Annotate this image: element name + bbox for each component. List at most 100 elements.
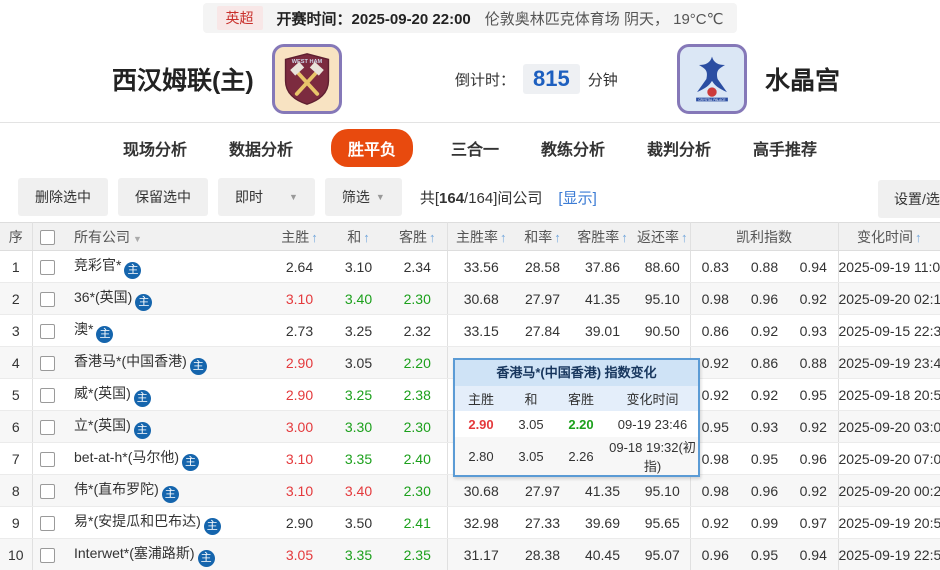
col-kelly: 凯利指数 (690, 222, 839, 251)
away-win-odds: 2.30 (388, 474, 448, 507)
home-win-odds: 3.10 (270, 282, 329, 315)
row-checkbox[interactable] (39, 291, 55, 307)
tab-win-draw-lose[interactable]: 胜平负 (330, 128, 413, 167)
venue-weather: 伦敦奥林匹克体育场 阴天， 19°C℃ (484, 10, 724, 28)
delete-selected-button[interactable]: 删除选中 (18, 178, 108, 216)
table-toolbar: 删除选中 保留选中 即时 ▼ 筛选 ▼ 共[164/164]间公司 [显示] 设… (0, 172, 940, 222)
row-checkbox[interactable] (39, 323, 55, 339)
col-draw[interactable]: 和 ↑ (329, 222, 388, 251)
kickoff-time: 开赛时间：2025-09-20 22:00 (276, 10, 471, 28)
change-time: 2025-09-18 20:59 (838, 378, 940, 411)
col-change-time[interactable]: 变化时间 ↑ (838, 222, 940, 251)
col-home-rate[interactable]: 主胜率 ↑ (447, 222, 515, 251)
change-time: 2025-09-20 03:07 (838, 410, 940, 443)
tab-coach-analysis[interactable]: 教练分析 (537, 129, 609, 167)
away-rate: 41.35 (570, 282, 635, 315)
row-checkbox-cell (32, 282, 62, 315)
league-badge[interactable]: 英超 (216, 6, 263, 30)
company-cell[interactable]: Interwet*(塞浦路斯) 主 (62, 538, 270, 570)
company-name[interactable]: 易*(安提瓜和巴布达) (74, 513, 201, 529)
row-checkbox[interactable] (39, 259, 55, 275)
away-team-name: 水晶宫 (764, 67, 840, 95)
tab-expert-picks[interactable]: 高手推荐 (749, 129, 821, 167)
row-seq: 8 (0, 474, 33, 507)
row-checkbox-cell (32, 410, 62, 443)
col-company[interactable]: 所有公司 ▼ (62, 222, 270, 251)
company-cell[interactable]: 36*(英国) 主 (62, 282, 270, 315)
company-cell[interactable]: 香港马*(中国香港) 主 (62, 346, 270, 379)
company-name[interactable]: 威*(英国) (74, 385, 131, 401)
col-return-rate[interactable]: 返还率 ↑ (635, 222, 691, 251)
row-checkbox-cell (32, 538, 62, 570)
row-checkbox[interactable] (39, 515, 55, 531)
company-name[interactable]: 立*(英国) (74, 417, 131, 433)
company-cell[interactable]: 竞彩官* 主 (62, 250, 270, 283)
match-info-bar: 英超 开赛时间：2025-09-20 22:00 伦敦奥林匹克体育场 阴天， 1… (0, 0, 940, 36)
settings-button[interactable]: 设置/选 (878, 180, 940, 218)
row-seq: 6 (0, 410, 33, 443)
kelly-index: 0.96 (740, 474, 789, 507)
row-checkbox[interactable] (39, 387, 55, 403)
company-name[interactable]: 澳* (74, 321, 93, 337)
row-seq: 2 (0, 282, 33, 315)
col-away-rate[interactable]: 客胜率 ↑ (570, 222, 635, 251)
row-checkbox[interactable] (39, 419, 55, 435)
row-seq: 3 (0, 314, 33, 347)
tab-live-analysis[interactable]: 现场分析 (119, 129, 191, 167)
kelly-index: 0.92 (789, 410, 839, 443)
tab-data-analysis[interactable]: 数据分析 (225, 129, 297, 167)
row-checkbox[interactable] (39, 355, 55, 371)
company-name[interactable]: 竞彩官* (74, 257, 121, 273)
col-draw-rate[interactable]: 和率 ↑ (515, 222, 570, 251)
col-home-win[interactable]: 主胜 ↑ (270, 222, 329, 251)
crystal-palace-crest-icon: CRYSTAL PALACE (696, 56, 728, 102)
main-badge-icon: 主 (135, 293, 153, 311)
show-link[interactable]: [显示] (558, 187, 596, 208)
row-checkbox[interactable] (39, 483, 55, 499)
company-name[interactable]: Interwet*(塞浦路斯) (74, 545, 195, 561)
tooltip-col-header: 主胜 (455, 386, 507, 411)
company-cell[interactable]: 伟*(直布罗陀) 主 (62, 474, 270, 507)
company-cell[interactable]: 易*(安提瓜和巴布达) 主 (62, 506, 270, 539)
company-cell[interactable]: 澳* 主 (62, 314, 270, 347)
kelly-index: 0.95 (740, 442, 789, 475)
row-checkbox[interactable] (39, 547, 55, 563)
tooltip-value: 2.90 (468, 416, 494, 432)
draw-rate: 27.97 (515, 282, 570, 315)
away-rate: 39.69 (570, 506, 635, 539)
sort-asc-icon: ↑ (915, 229, 922, 245)
chevron-down-icon: ▼ (375, 192, 385, 202)
sort-asc-icon: ↑ (311, 229, 318, 245)
row-checkbox-cell (32, 474, 62, 507)
tab-referee-analysis[interactable]: 裁判分析 (643, 129, 715, 167)
kelly-index: 0.97 (789, 506, 839, 539)
select-all-checkbox[interactable] (39, 229, 55, 245)
return-rate: 95.10 (635, 474, 691, 507)
row-checkbox-cell (32, 314, 62, 347)
tab-three-in-one[interactable]: 三合一 (447, 129, 503, 167)
away-win-odds: 2.30 (388, 282, 448, 315)
countdown-label: 倒计时： (455, 71, 516, 89)
instant-dropdown[interactable]: 即时 ▼ (218, 178, 315, 216)
countdown-value: 815 (523, 64, 580, 94)
draw-odds: 3.05 (329, 346, 388, 379)
company-name[interactable]: 香港马*(中国香港) (74, 353, 187, 369)
col-away-win[interactable]: 客胜 ↑ (388, 222, 448, 251)
main-badge-icon: 主 (133, 421, 151, 439)
company-name[interactable]: 伟*(直布罗陀) (74, 481, 159, 497)
company-name[interactable]: bet-at-h*(马尔他) (74, 449, 179, 465)
row-checkbox[interactable] (39, 451, 55, 467)
company-name[interactable]: 36*(英国) (74, 289, 132, 305)
tooltip-row: 2.90 3.05 2.20 09-19 23:46 (455, 411, 698, 437)
kelly-index: 0.86 (690, 314, 740, 347)
draw-odds: 3.35 (329, 442, 388, 475)
company-cell[interactable]: 立*(英国) 主 (62, 410, 270, 443)
draw-odds: 3.40 (329, 474, 388, 507)
filter-dropdown[interactable]: 筛选 ▼ (324, 178, 402, 216)
company-cell[interactable]: 威*(英国) 主 (62, 378, 270, 411)
home-rate: 31.17 (447, 538, 515, 570)
company-cell[interactable]: bet-at-h*(马尔他) 主 (62, 442, 270, 475)
home-win-odds: 2.90 (270, 346, 329, 379)
home-win-odds: 3.10 (270, 442, 329, 475)
keep-selected-button[interactable]: 保留选中 (118, 178, 208, 216)
